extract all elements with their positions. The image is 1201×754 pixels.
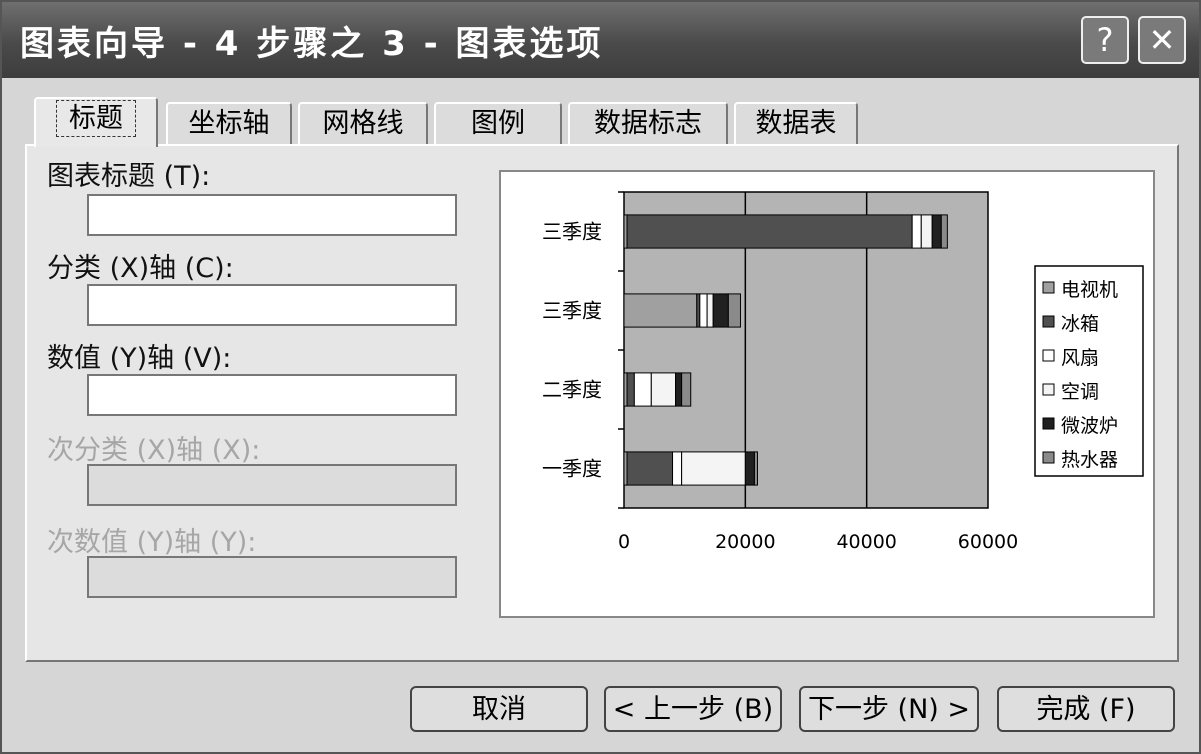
legend-label: 空调	[1061, 381, 1099, 403]
secondary-category-axis-label: 次分类 (X)轴 (X):	[47, 435, 261, 466]
tab-legend[interactable]: 图例	[434, 102, 562, 146]
legend-swatch	[1042, 315, 1055, 328]
bar-segment	[626, 372, 635, 407]
chart-preview: 0 20000 40000 60000 一季度 二季度 三季度 三季度 电视机 冰箱 风扇 空调 微波炉…	[499, 170, 1155, 618]
bar-segment	[744, 451, 755, 486]
back-button[interactable]: < 上一步 (B)	[604, 686, 782, 732]
legend-label: 风扇	[1061, 347, 1099, 369]
tab-label: 图例	[471, 108, 525, 139]
legend-swatch	[1042, 349, 1055, 362]
bar-segment	[675, 372, 683, 407]
category-axis-label: 分类 (X)轴 (C):	[47, 253, 234, 284]
chart-svg: 0 20000 40000 60000一季度二季度三季度三季度电视机冰箱风扇空调微波炉…	[542, 191, 1144, 553]
x-tick-label: 20000	[715, 531, 775, 553]
category-label: 三季度	[542, 220, 602, 244]
tab-label: 坐标轴	[188, 108, 270, 139]
title-bar[interactable]: 图表向导 - 4 步骤之 3 - 图表选项 ? ✕	[2, 2, 1199, 78]
tab-axes[interactable]: 坐标轴	[166, 102, 292, 146]
tab-label: 网格线	[322, 108, 404, 139]
bar-segment	[911, 214, 922, 249]
tab-label: 标题	[56, 100, 136, 137]
chart-title-label: 图表标题 (T):	[47, 161, 211, 192]
finish-button[interactable]: 完成 (F)	[997, 686, 1175, 732]
bar-segment	[706, 293, 714, 328]
bar-segment	[681, 372, 692, 407]
tab-titles[interactable]: 标题	[34, 97, 158, 147]
bar-segment	[672, 451, 683, 486]
window-title: 图表向导 - 4 步骤之 3 - 图表选项	[20, 24, 604, 64]
x-tick-label: 0	[618, 531, 630, 553]
category-label: 三季度	[542, 299, 602, 323]
legend-swatch	[1042, 451, 1055, 464]
legend-label: 热水器	[1061, 449, 1118, 471]
value-axis-input[interactable]	[87, 374, 457, 416]
bar-segment	[626, 451, 674, 486]
category-label: 一季度	[542, 457, 602, 481]
legend-label: 电视机	[1061, 279, 1118, 301]
tab-data-labels[interactable]: 数据标志	[568, 102, 728, 146]
bar-segment	[681, 451, 746, 486]
secondary-value-axis-input	[87, 556, 457, 598]
tab-label: 数据标志	[594, 108, 702, 139]
bar-segment	[753, 451, 758, 486]
bar-segment	[920, 214, 933, 249]
close-button[interactable]: ✕	[1138, 16, 1186, 64]
bar-segment	[727, 293, 741, 328]
legend-swatch	[1042, 383, 1055, 396]
tab-data-table[interactable]: 数据表	[734, 102, 858, 146]
secondary-category-axis-input	[87, 464, 457, 506]
bar-segment	[650, 372, 677, 407]
bar-segment	[633, 372, 652, 407]
legend-swatch	[1042, 281, 1055, 294]
tab-label: 数据表	[755, 108, 837, 139]
bar-segment	[626, 214, 913, 249]
bar-segment	[623, 293, 698, 328]
bar-segment	[699, 293, 708, 328]
next-button[interactable]: 下一步 (N) >	[799, 686, 979, 732]
help-button[interactable]: ?	[1081, 16, 1129, 64]
chart-wizard-dialog: 图表向导 - 4 步骤之 3 - 图表选项 ? ✕ 标题 坐标轴 网格线 图例 …	[0, 0, 1201, 754]
legend-label: 微波炉	[1061, 415, 1118, 437]
bar-segment	[931, 214, 942, 249]
legend-label: 冰箱	[1061, 313, 1099, 335]
x-tick-label: 60000	[958, 531, 1018, 553]
bar-segment	[712, 293, 729, 328]
tab-gridlines[interactable]: 网格线	[298, 102, 428, 146]
value-axis-label: 数值 (Y)轴 (V):	[47, 343, 232, 374]
x-tick-label: 40000	[836, 531, 896, 553]
secondary-value-axis-label: 次数值 (Y)轴 (Y):	[47, 527, 257, 558]
category-label: 二季度	[542, 378, 602, 402]
legend-swatch	[1042, 417, 1055, 430]
tab-panel: 图表标题 (T): 分类 (X)轴 (C): 数值 (Y)轴 (V): 次分类 …	[25, 144, 1179, 662]
category-axis-input[interactable]	[87, 284, 457, 326]
bar-segment	[940, 214, 948, 249]
chart-title-input[interactable]	[87, 194, 457, 236]
cancel-button[interactable]: 取消	[410, 686, 588, 732]
